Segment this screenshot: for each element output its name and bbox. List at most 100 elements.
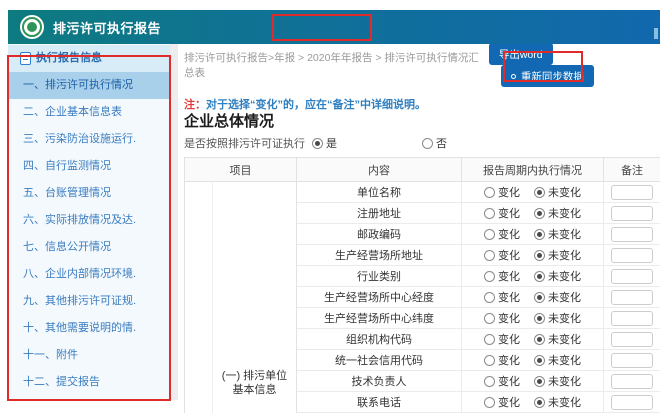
radio-option-label: 变化 (498, 250, 520, 262)
radio-option-label: 未变化 (548, 355, 581, 367)
radio-unselected-icon[interactable] (484, 333, 495, 345)
radio-option-changed[interactable]: 变化 (484, 394, 520, 410)
radio-option-unchanged[interactable]: 未变化 (534, 394, 581, 410)
radio-selected-icon[interactable] (534, 312, 545, 324)
row-execution-cell: 变化 未变化 (462, 350, 604, 370)
radio-option-changed[interactable]: 变化 (484, 184, 520, 200)
radio-selected-icon[interactable] (534, 396, 545, 408)
radio-unselected-icon[interactable] (484, 249, 495, 261)
radio-selected-icon[interactable] (534, 186, 545, 198)
sidebar-item[interactable]: 三、污染防治设施运行. (8, 126, 170, 153)
radio-option-label: 变化 (498, 313, 520, 325)
radio-option-changed[interactable]: 变化 (484, 268, 520, 284)
radio-option-unchanged[interactable]: 未变化 (534, 226, 581, 242)
radio-option-no[interactable]: 否 (422, 135, 447, 151)
radio-selected-icon[interactable] (534, 375, 545, 387)
radio-option-changed[interactable]: 变化 (484, 310, 520, 326)
radio-selected-icon[interactable] (534, 207, 545, 219)
radio-unselected-icon[interactable] (484, 312, 495, 324)
radio-option-unchanged[interactable]: 未变化 (534, 331, 581, 347)
radio-selected-icon[interactable] (534, 354, 545, 366)
sidebar-item[interactable]: 八、企业内部情况环境. (8, 261, 170, 288)
radio-option-unchanged[interactable]: 未变化 (534, 352, 581, 368)
question-label: 是否按照排污许可证执行 (184, 138, 305, 150)
sidebar-item-label: 一、排污许可执行情况 (23, 79, 133, 91)
radio-option-unchanged[interactable]: 未变化 (534, 310, 581, 326)
toolbar: 导出word 重新同步数据 (488, 44, 656, 87)
radio-unselected-icon[interactable] (484, 207, 495, 219)
radio-selected-icon[interactable] (534, 333, 545, 345)
radio-option-unchanged[interactable]: 未变化 (534, 289, 581, 305)
row-execution-cell: 变化 未变化 (462, 371, 604, 391)
table-row: 邮政编码 变化 未变化 (297, 224, 660, 245)
section-title: 企业总体情况 (184, 113, 275, 130)
radio-option-yes[interactable]: 是 (312, 135, 422, 151)
remark-input[interactable] (611, 205, 653, 221)
remark-input[interactable] (611, 268, 653, 284)
radio-option-changed[interactable]: 变化 (484, 352, 520, 368)
radio-selected-icon[interactable] (534, 270, 545, 282)
radio-option-label: 变化 (498, 355, 520, 367)
row-content-label: 联系电话 (297, 392, 462, 412)
radio-option-changed[interactable]: 变化 (484, 205, 520, 221)
sidebar-item[interactable]: 二、企业基本信息表 (8, 99, 170, 126)
radio-option-unchanged[interactable]: 未变化 (534, 184, 581, 200)
sidebar-item[interactable]: 十二、提交报告 (8, 369, 170, 396)
row-content-label: 行业类别 (297, 266, 462, 286)
remark-input[interactable] (611, 184, 653, 200)
radio-unselected-icon[interactable] (484, 396, 495, 408)
sync-data-button[interactable]: 重新同步数据 (500, 65, 594, 87)
sidebar-item[interactable]: 四、自行监测情况 (8, 153, 170, 180)
sidebar-item[interactable]: 七、信息公开情况 (8, 234, 170, 261)
radio-selected-icon[interactable] (534, 249, 545, 261)
radio-unselected-icon[interactable] (484, 291, 495, 303)
sidebar-item[interactable]: 五、台账管理情况 (8, 180, 170, 207)
radio-option-changed[interactable]: 变化 (484, 331, 520, 347)
radio-option-label: 变化 (498, 376, 520, 388)
radio-option-unchanged[interactable]: 未变化 (534, 205, 581, 221)
sidebar-item[interactable]: 一、排污许可执行情况 (8, 72, 170, 99)
row-execution-cell: 变化 未变化 (462, 392, 604, 412)
note-prefix: 注： (184, 99, 206, 111)
row-content-label: 技术负责人 (297, 371, 462, 391)
radio-option-changed[interactable]: 变化 (484, 247, 520, 263)
radio-option-changed[interactable]: 变化 (484, 373, 520, 389)
sidebar-divider (170, 44, 178, 400)
radio-option-changed[interactable]: 变化 (484, 289, 520, 305)
radio-selected-icon[interactable] (534, 228, 545, 240)
remark-input[interactable] (611, 373, 653, 389)
sidebar-item[interactable]: 十、其他需要说明的情. (8, 315, 170, 342)
remark-input[interactable] (611, 394, 653, 410)
radio-option-label: 未变化 (548, 397, 581, 409)
radio-unselected-icon[interactable] (484, 375, 495, 387)
radio-option-unchanged[interactable]: 未变化 (534, 268, 581, 284)
row-execution-cell: 变化 未变化 (462, 182, 604, 202)
remark-input[interactable] (611, 331, 653, 347)
project-outer-cell (185, 182, 213, 413)
radio-unselected-icon[interactable] (484, 270, 495, 282)
sidebar-item[interactable]: 六、实际排放情况及达. (8, 207, 170, 234)
sidebar-item[interactable]: 十一、附件 (8, 342, 170, 369)
remark-input[interactable] (611, 247, 653, 263)
sidebar-item-label: 十二、提交报告 (23, 376, 100, 388)
radio-option-unchanged[interactable]: 未变化 (534, 373, 581, 389)
row-content-label: 生产经营场所地址 (297, 245, 462, 265)
report-sidebar: 执行报告信息 一、排污许可执行情况 二、企业基本信息表 三、污染防治设施运行. … (8, 44, 170, 400)
radio-selected-icon[interactable] (312, 137, 323, 149)
remark-input[interactable] (611, 226, 653, 242)
radio-unselected-icon[interactable] (422, 137, 433, 149)
sidebar-item[interactable]: 执行报告信息 (8, 45, 170, 72)
radio-option-label: 未变化 (548, 229, 581, 241)
remark-input[interactable] (611, 352, 653, 368)
remark-input[interactable] (611, 310, 653, 326)
radio-unselected-icon[interactable] (484, 186, 495, 198)
sidebar-item[interactable]: 九、其他排污许可证规. (8, 288, 170, 315)
export-word-button[interactable]: 导出word (488, 44, 553, 65)
radio-unselected-icon[interactable] (484, 354, 495, 366)
radio-option-unchanged[interactable]: 未变化 (534, 247, 581, 263)
remark-input[interactable] (611, 289, 653, 305)
radio-unselected-icon[interactable] (484, 228, 495, 240)
radio-option-changed[interactable]: 变化 (484, 226, 520, 242)
radio-selected-icon[interactable] (534, 291, 545, 303)
row-content-label: 生产经营场所中心纬度 (297, 308, 462, 328)
